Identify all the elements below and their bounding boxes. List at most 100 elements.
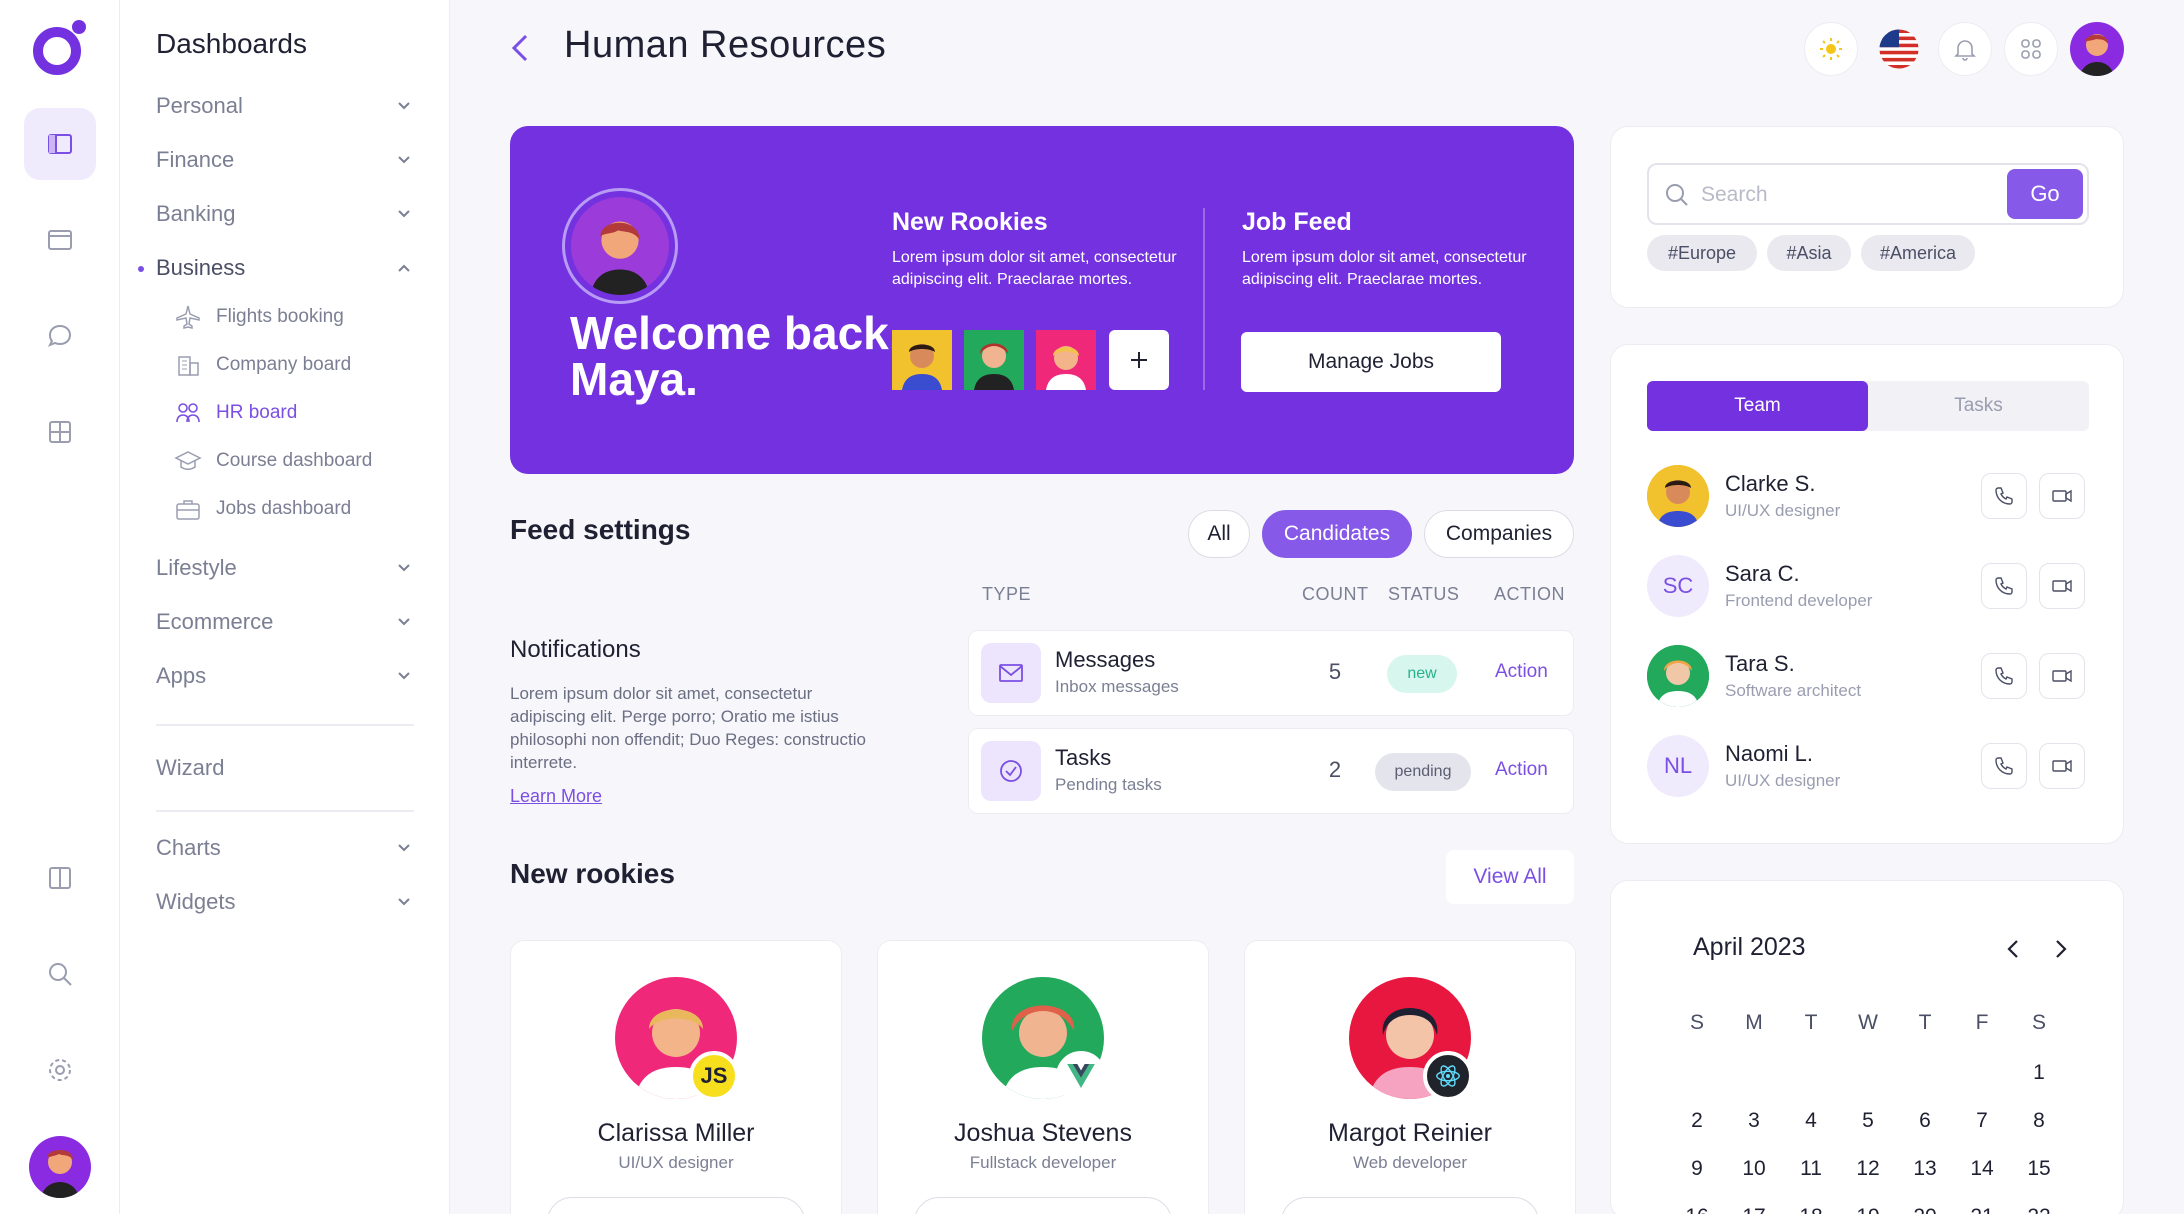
calendar-day[interactable]: 20: [1905, 1205, 1945, 1214]
mail-icon: [999, 664, 1023, 682]
user-avatar[interactable]: [29, 1136, 91, 1198]
avatar-portrait: [1647, 465, 1709, 527]
avatar-portrait: [1647, 645, 1709, 707]
calendar-day[interactable]: 22: [2019, 1205, 2059, 1214]
video-call-button[interactable]: [2039, 653, 2085, 699]
theme-toggle-button[interactable]: [1804, 22, 1858, 76]
rookie-thumbnail[interactable]: [1036, 330, 1096, 390]
view-all-button[interactable]: View All: [1446, 850, 1574, 904]
calendar-day[interactable]: 5: [1848, 1109, 1888, 1133]
plus-icon: [1131, 352, 1147, 368]
add-rookie-button[interactable]: [1109, 330, 1169, 390]
team-member-row: Tara S. Software architect: [1647, 645, 2089, 707]
calendar-day[interactable]: 1: [2019, 1061, 2059, 1085]
feed-row-action[interactable]: Action: [1495, 759, 1548, 781]
menu-item-lifestyle[interactable]: Lifestyle: [156, 548, 414, 588]
team-member-row: Clarke S. UI/UX designer: [1647, 465, 2089, 527]
calendar-day[interactable]: 11: [1791, 1157, 1831, 1181]
search-go-button[interactable]: Go: [2007, 169, 2083, 219]
feed-row-action[interactable]: Action: [1495, 661, 1548, 683]
rookie-thumbnail[interactable]: [892, 330, 952, 390]
calendar-day[interactable]: 7: [1962, 1109, 2002, 1133]
calendar-day[interactable]: 21: [1962, 1205, 2002, 1214]
feed-row-messages: Messages Inbox messages 5 new Action: [968, 630, 1574, 716]
calendar-day[interactable]: 10: [1734, 1157, 1774, 1181]
calendar-day[interactable]: 18: [1791, 1205, 1831, 1214]
menu-item-finance[interactable]: Finance: [156, 140, 414, 180]
calendar-day[interactable]: 12: [1848, 1157, 1888, 1181]
menu-item-widgets[interactable]: Widgets: [156, 882, 414, 922]
tag-asia[interactable]: #Asia: [1767, 235, 1851, 271]
search-input[interactable]: [1701, 177, 2001, 213]
avatar-portrait: [29, 1136, 91, 1198]
calendar-day[interactable]: 9: [1677, 1157, 1717, 1181]
back-arrow-icon[interactable]: [502, 28, 538, 68]
menu-item-apps[interactable]: Apps: [156, 656, 414, 696]
chevron-down-icon: [398, 102, 410, 110]
menu-item-label: Ecommerce: [156, 609, 274, 634]
chevron-right-icon[interactable]: [2047, 935, 2075, 963]
calendar-day[interactable]: 6: [1905, 1109, 1945, 1133]
apps-button[interactable]: [2004, 22, 2058, 76]
calendar-day[interactable]: 14: [1962, 1157, 2002, 1181]
video-call-button[interactable]: [2039, 473, 2085, 519]
video-call-button[interactable]: [2039, 743, 2085, 789]
calendar-day[interactable]: 3: [1734, 1109, 1774, 1133]
calendar-day[interactable]: 19: [1848, 1205, 1888, 1214]
settings-rail-button[interactable]: [24, 1034, 96, 1106]
menu-item-personal[interactable]: Personal: [156, 86, 414, 126]
menu-item-ecommerce[interactable]: Ecommerce: [156, 602, 414, 642]
call-button[interactable]: [1981, 653, 2027, 699]
rookie-card-button[interactable]: [914, 1197, 1172, 1214]
filter-companies[interactable]: Companies: [1424, 510, 1574, 558]
rookie-name: Joshua Stevens: [954, 1119, 1132, 1147]
status-badge: new: [1387, 655, 1457, 693]
chevron-left-icon[interactable]: [1999, 935, 2027, 963]
calendar-day[interactable]: 15: [2019, 1157, 2059, 1181]
calendar-day[interactable]: 2: [1677, 1109, 1717, 1133]
sub-item-company-board[interactable]: Company board: [174, 348, 351, 382]
rookie-card-button[interactable]: [547, 1197, 805, 1214]
menu-item-wizard[interactable]: Wizard: [156, 748, 414, 788]
manage-jobs-button[interactable]: Manage Jobs: [1241, 332, 1501, 392]
menu-item-charts[interactable]: Charts: [156, 828, 414, 868]
search-rail-button[interactable]: [24, 938, 96, 1010]
dashboards-rail-button[interactable]: [24, 108, 96, 180]
react-badge: [1423, 1051, 1473, 1101]
call-button[interactable]: [1981, 563, 2027, 609]
tab-team[interactable]: Team: [1647, 381, 1868, 431]
panel-toggle-rail-button[interactable]: [24, 842, 96, 914]
sub-item-hr-board[interactable]: HR board: [174, 396, 297, 430]
calendar-day[interactable]: 8: [2019, 1109, 2059, 1133]
call-button[interactable]: [1981, 473, 2027, 519]
sub-item-jobs-dashboard[interactable]: Jobs dashboard: [174, 492, 351, 526]
calendar-day[interactable]: 17: [1734, 1205, 1774, 1214]
video-call-button[interactable]: [2039, 563, 2085, 609]
menu-item-label: Charts: [156, 835, 221, 860]
feed-row-subtitle: Inbox messages: [1055, 677, 1179, 696]
calendar-day[interactable]: 13: [1905, 1157, 1945, 1181]
calendar-day[interactable]: 16: [1677, 1205, 1717, 1214]
filter-candidates[interactable]: Candidates: [1262, 510, 1412, 558]
grid-rail-button[interactable]: [24, 396, 96, 468]
chat-bubble-icon: [47, 324, 72, 347]
messages-rail-button[interactable]: [24, 300, 96, 372]
rookie-thumbnail[interactable]: [964, 330, 1024, 390]
app-logo[interactable]: [30, 18, 90, 78]
layouts-rail-button[interactable]: [24, 204, 96, 276]
profile-avatar[interactable]: [2070, 22, 2124, 76]
menu-item-business[interactable]: Business: [138, 248, 414, 288]
call-button[interactable]: [1981, 743, 2027, 789]
sub-item-flights-booking[interactable]: Flights booking: [174, 300, 344, 334]
learn-more-link[interactable]: Learn More: [510, 786, 602, 807]
rookie-card-button[interactable]: [1281, 1197, 1539, 1214]
tag-europe[interactable]: #Europe: [1647, 235, 1757, 271]
calendar-day[interactable]: 4: [1791, 1109, 1831, 1133]
menu-item-banking[interactable]: Banking: [156, 194, 414, 234]
sub-item-course-dashboard[interactable]: Course dashboard: [174, 444, 372, 478]
tag-america[interactable]: #America: [1861, 235, 1975, 271]
language-button[interactable]: [1872, 22, 1926, 76]
filter-all[interactable]: All: [1188, 510, 1250, 558]
notifications-button[interactable]: [1938, 22, 1992, 76]
tab-tasks[interactable]: Tasks: [1868, 381, 2089, 431]
